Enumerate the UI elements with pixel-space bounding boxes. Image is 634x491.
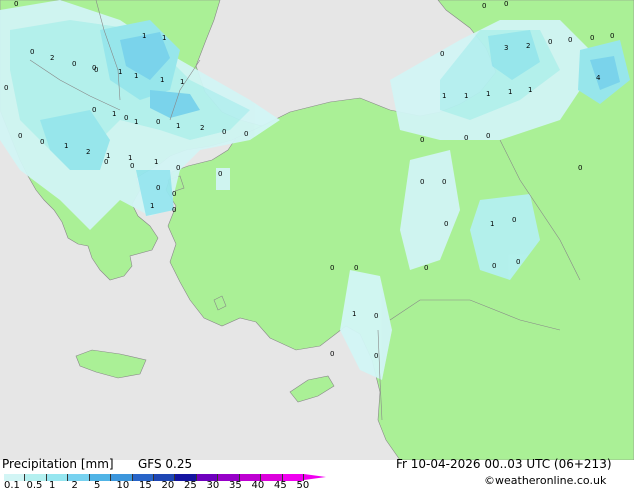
precip-value-label: 0 [130, 162, 134, 170]
precip-value-label: 0 [420, 178, 424, 186]
precip-value-label: 0 [486, 132, 490, 140]
precip-value-label: 0 [172, 206, 176, 214]
precip-value-label: 2 [200, 124, 204, 132]
precip-value-label: 4 [596, 74, 601, 82]
colorbar-tick-label: 40 [251, 480, 265, 491]
precip-value-label: 0 [92, 106, 96, 114]
precip-value-label: 0 [442, 178, 446, 186]
precip-value-label: 0 [124, 114, 128, 122]
precip-value-label: 1 [64, 142, 68, 150]
precip-value-label: 0 [578, 164, 582, 172]
colorbar-tick-label: 15 [139, 480, 152, 491]
precip-value-label: 0 [104, 158, 108, 166]
credit-label: ©weatheronline.co.uk [484, 474, 607, 487]
precip-value-label: 1 [112, 110, 116, 118]
precip-value-label: 0 [568, 36, 572, 44]
precip-value-label: 0 [492, 262, 496, 270]
precip-value-label: 0 [374, 352, 378, 360]
precip-value-label: 0 [92, 64, 96, 72]
precip-value-label: 0 [374, 312, 378, 320]
precip-value-label: 0 [330, 350, 334, 358]
precip-value-label: 0 [330, 264, 334, 272]
precip-value-label: 0 [482, 2, 486, 10]
precip-value-label: 1 [134, 72, 138, 80]
precip-value-label: 0 [516, 258, 520, 266]
precip-value-label: 0 [464, 134, 468, 142]
precip-value-label: 0 [30, 48, 34, 56]
precip-value-label: 0 [156, 118, 160, 126]
precip-value-label: 0 [354, 264, 358, 272]
precip-value-label: 1 [150, 202, 154, 210]
precip-value-label: 0 [444, 220, 448, 228]
precip-value-label: 0 [14, 0, 18, 8]
precip-value-label: 0 [72, 60, 76, 68]
model-label: GFS 0.25 [138, 457, 193, 471]
colorbar-tick-label: 10 [116, 480, 130, 491]
precip-value-label: 0 [420, 136, 424, 144]
precip-value-label: 0 [156, 184, 160, 192]
colorbar-tick-label: 1 [49, 480, 56, 491]
precip-value-label: 1 [160, 76, 164, 84]
precip-value-label: 0 [610, 32, 614, 40]
precip-value-label: 0 [548, 38, 552, 46]
precip-value-label: 0 [512, 216, 516, 224]
precip-value-label: 0 [222, 128, 226, 136]
precip-value-label: 1 [180, 78, 184, 86]
colorbar-tick-label: 5 [94, 480, 101, 491]
precip-value-label: 1 [154, 158, 158, 166]
colorbar-tick-label: 30 [206, 480, 220, 491]
precip-value-label: 0 [4, 84, 8, 92]
precip-value-label: 1 [118, 68, 122, 76]
colorbar-tick-label: 0.5 [26, 480, 43, 491]
precip-value-label: 1 [464, 92, 468, 100]
colorbar-tick-label: 2 [71, 480, 78, 491]
precip-value-label: 1 [490, 220, 494, 228]
precip-value-label: 1 [352, 310, 356, 318]
colorbar-tick-label: 45 [274, 480, 287, 491]
precip-value-label: 1 [142, 32, 146, 40]
colorbar-tick-label: 20 [161, 480, 175, 491]
precip-value-label: 0 [504, 0, 508, 8]
precip-value-label: 0 [40, 138, 44, 146]
precip-value-label: 0 [424, 264, 428, 272]
precip-value-label: 2 [526, 42, 530, 50]
precip-value-label: 1 [442, 92, 446, 100]
precip-value-label: 0 [244, 130, 248, 138]
colorbar-tick-label: 50 [296, 480, 310, 491]
colorbar-tick-label: 35 [229, 480, 242, 491]
colorbar-tick-label: 25 [184, 480, 197, 491]
precip-value-label: 2 [50, 54, 54, 62]
precip-value-label: 0 [590, 34, 594, 42]
legend-panel: Precipitation [mm] GFS 0.25 Fr 10-04-202… [0, 457, 634, 491]
precip-value-label: 1 [128, 154, 132, 162]
valid-time-label: Fr 10-04-2026 00..03 UTC (06+213) [396, 457, 612, 471]
precip-value-label: 1 [176, 122, 180, 130]
precip-value-label: 1 [486, 90, 490, 98]
colorbar-segment [89, 474, 112, 481]
precip-value-label: 0 [18, 132, 22, 140]
title-label: Precipitation [mm] [2, 457, 114, 471]
precip-value-label: 2 [86, 148, 90, 156]
precip-value-label: 1 [134, 118, 138, 126]
precip-value-label: 1 [528, 86, 532, 94]
precip-value-label: 1 [162, 34, 166, 42]
precip-value-label: 0 [440, 50, 444, 58]
precip-value-label: 3 [504, 44, 508, 52]
colorbar-tick-label: 0.1 [4, 480, 20, 491]
precipitation-map: 01 1200 1 1 1 1000 1 0 1 0 1 2 0 000 12 1 1 1001 000 003 2 0 0… [0, 0, 634, 460]
precip-value-label: 0 [172, 190, 176, 198]
precip-value-label: 1 [508, 88, 512, 96]
precip-value-label: 0 [176, 164, 180, 172]
precip-value-label: 0 [218, 170, 222, 178]
